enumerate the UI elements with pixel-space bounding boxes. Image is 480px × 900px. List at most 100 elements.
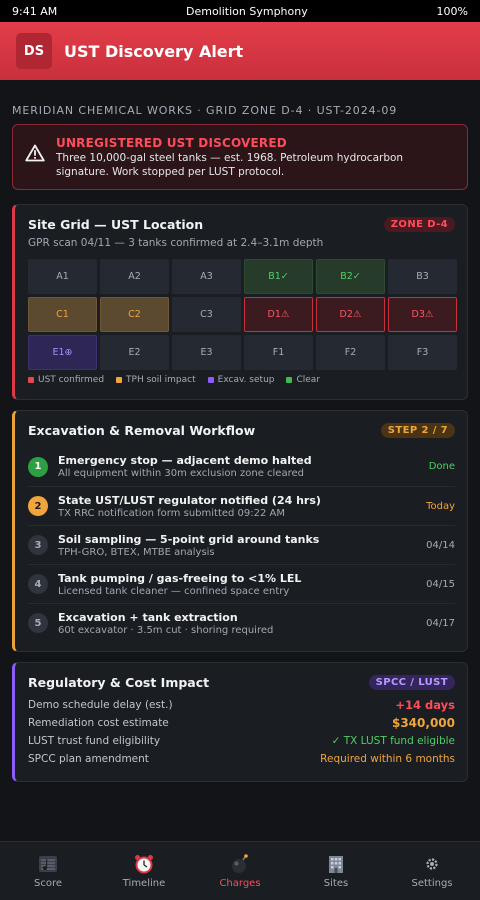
alert-title: UNREGISTERED UST DISCOVERED [56, 136, 287, 150]
tab-label: Settings [411, 878, 453, 889]
workflow-step[interactable]: 2 State UST/LUST regulator notified (24 h… [28, 486, 455, 525]
regulatory-label: Demo schedule delay (est.) [28, 699, 173, 711]
step-date: 04/17 [426, 617, 455, 629]
step-number-badge: 3 [28, 535, 48, 555]
page-title: UST Discovery Alert [64, 41, 244, 61]
workflow-step[interactable]: 4 Tank pumping / gas-freeing to <1% LEL Li… [28, 564, 455, 603]
regulatory-title: Regulatory & Cost Impact [28, 675, 210, 690]
status-app-name: Demolition Symphony [186, 4, 308, 18]
ust-alert-banner: UNREGISTERED UST DISCOVERED Three 10,000… [12, 124, 468, 190]
status-battery: 100% [436, 4, 468, 18]
tab-charges[interactable]: Charges [192, 842, 288, 900]
step-title: Soil sampling — 5-point grid around tank… [58, 532, 320, 546]
regulatory-row: LUST trust fund eligibility ✓ TX LUST fun… [28, 732, 455, 750]
tab-label: Score [33, 878, 62, 889]
tab-label: Timeline [122, 878, 166, 889]
bomb-icon [229, 853, 251, 875]
step-text: Tank pumping / gas-freeing to <1% LEL Lic… [58, 572, 426, 597]
regulatory-value: +14 days [395, 698, 455, 712]
grid-cell[interactable]: E3 [172, 335, 241, 370]
step-description: TX RRC notification form submitted 09:22… [58, 507, 286, 519]
site-grid-card: Site Grid — UST Location ZONE D-4 GPR sc… [12, 204, 468, 400]
status-time: 9:41 AM [12, 4, 58, 18]
regulatory-label: LUST trust fund eligibility [28, 735, 161, 747]
tab-score[interactable]: Score [0, 842, 96, 900]
site-grid: A1 A2 A3 B1✓ B2✓ B3 C1 C2 C3 D1⚠ D2⚠ D3⚠ E1⊕ E2 E3 F1 F2… [28, 259, 457, 370]
tab-label: Charges [219, 878, 261, 889]
grid-cell[interactable]: A3 [172, 259, 241, 294]
grid-cell[interactable]: B1✓ [244, 259, 313, 294]
step-number-badge: 1 [28, 456, 48, 477]
legend-label: UST confirmed [38, 375, 105, 385]
step-title: Excavation + tank extraction [58, 610, 238, 624]
breadcrumb: MERIDIAN CHEMICAL WORKS · GRID ZONE D-4 … [12, 104, 398, 117]
grid-cell[interactable]: F1 [244, 335, 313, 370]
regulatory-label: SPCC plan amendment [28, 753, 149, 765]
grid-cell[interactable]: A1 [28, 259, 97, 294]
grid-cell[interactable]: D2⚠ [316, 297, 385, 332]
regulatory-card: Regulatory & Cost Impact SPCC / LUST Dem… [12, 662, 468, 782]
grid-cell[interactable]: F3 [388, 335, 457, 370]
alert-body: Three 10,000-gal steel tanks — est. 1968… [56, 152, 404, 178]
grid-cell[interactable]: F2 [316, 335, 385, 370]
alarm-clock-icon [133, 853, 155, 875]
step-description: 60t excavator · 3.5m cut · shoring requi… [58, 624, 274, 636]
legend-swatch [207, 377, 214, 383]
grid-cell[interactable]: B2✓ [316, 259, 385, 294]
workflow-step[interactable]: 3 Soil sampling — 5-point grid around tan… [28, 525, 455, 564]
workflow-step[interactable]: 5 Excavation + tank extraction 60t excavat… [28, 603, 455, 642]
step-number-badge: 2 [28, 496, 48, 516]
zone-badge: ZONE D-4 [383, 217, 455, 232]
regulatory-value: Required within 6 months [320, 753, 455, 765]
step-date: Done [428, 461, 455, 472]
grid-cell[interactable]: D3⚠ [388, 297, 457, 332]
step-number-badge: 5 [28, 613, 48, 633]
legend-label: Excav. setup [217, 375, 275, 385]
legend-label: TPH soil impact [126, 375, 196, 385]
tab-label: Sites [323, 878, 349, 889]
step-date: 04/15 [426, 578, 455, 590]
step-number-badge: 4 [28, 574, 48, 594]
regulatory-row: Remediation cost estimate $340,000 [28, 714, 455, 732]
step-date: Today [426, 500, 455, 512]
legend-item: Clear [286, 375, 320, 385]
site-grid-subtitle: GPR scan 04/11 — 3 tanks confirmed at 2.… [28, 237, 324, 249]
grid-cell[interactable]: A2 [100, 259, 169, 294]
regulatory-label: Remediation cost estimate [28, 717, 169, 729]
regulatory-list: Demo schedule delay (est.) +14 days Remedi… [28, 696, 455, 768]
step-description: Licensed tank cleaner — confined space e… [58, 585, 290, 597]
grid-cell[interactable]: E1⊕ [28, 335, 97, 370]
grid-legend: UST confirmed TPH soil impact Excav. setup… [28, 375, 455, 385]
step-date: 04/14 [426, 539, 455, 551]
grid-cell[interactable]: D1⚠ [244, 297, 313, 332]
legend-item: UST confirmed [28, 375, 104, 385]
step-title: Tank pumping / gas-freeing to <1% LEL [58, 571, 302, 585]
grid-cell[interactable]: E2 [100, 335, 169, 370]
grid-cell[interactable]: C1 [28, 297, 97, 332]
regulatory-row: Demo schedule delay (est.) +14 days [28, 696, 455, 714]
tab-settings[interactable]: Settings [384, 842, 480, 900]
grid-cell[interactable]: C2 [100, 297, 169, 332]
legend-swatch [116, 377, 123, 383]
step-description: TPH-GRO, BTEX, MTBE analysis [58, 546, 215, 558]
tab-sites[interactable]: Sites [288, 842, 384, 900]
app-logo: DS [16, 33, 52, 69]
workflow-step[interactable]: 1 Emergency stop — adjacent demo halted Al… [28, 447, 455, 486]
regulatory-badge: SPCC / LUST [368, 675, 455, 690]
step-text: State UST/LUST regulator notified (24 hr… [58, 494, 426, 519]
tab-timeline[interactable]: Timeline [96, 842, 192, 900]
legend-swatch [286, 377, 293, 383]
gear-icon [424, 853, 440, 875]
legend-item: Excav. setup [207, 375, 275, 385]
regulatory-value: $340,000 [391, 716, 455, 730]
regulatory-row: SPCC plan amendment Required within 6 mon… [28, 750, 455, 768]
step-title: State UST/LUST regulator notified (24 hr… [58, 493, 321, 507]
building-icon [325, 853, 347, 875]
site-grid-title: Site Grid — UST Location [28, 217, 204, 232]
step-title: Emergency stop — adjacent demo halted [58, 454, 312, 467]
workflow-list: 1 Emergency stop — adjacent demo halted Al… [28, 447, 455, 642]
music-score-icon [37, 853, 59, 875]
grid-cell[interactable]: B3 [388, 259, 457, 294]
grid-cell[interactable]: C3 [172, 297, 241, 332]
warning-triangle-icon [25, 144, 47, 179]
